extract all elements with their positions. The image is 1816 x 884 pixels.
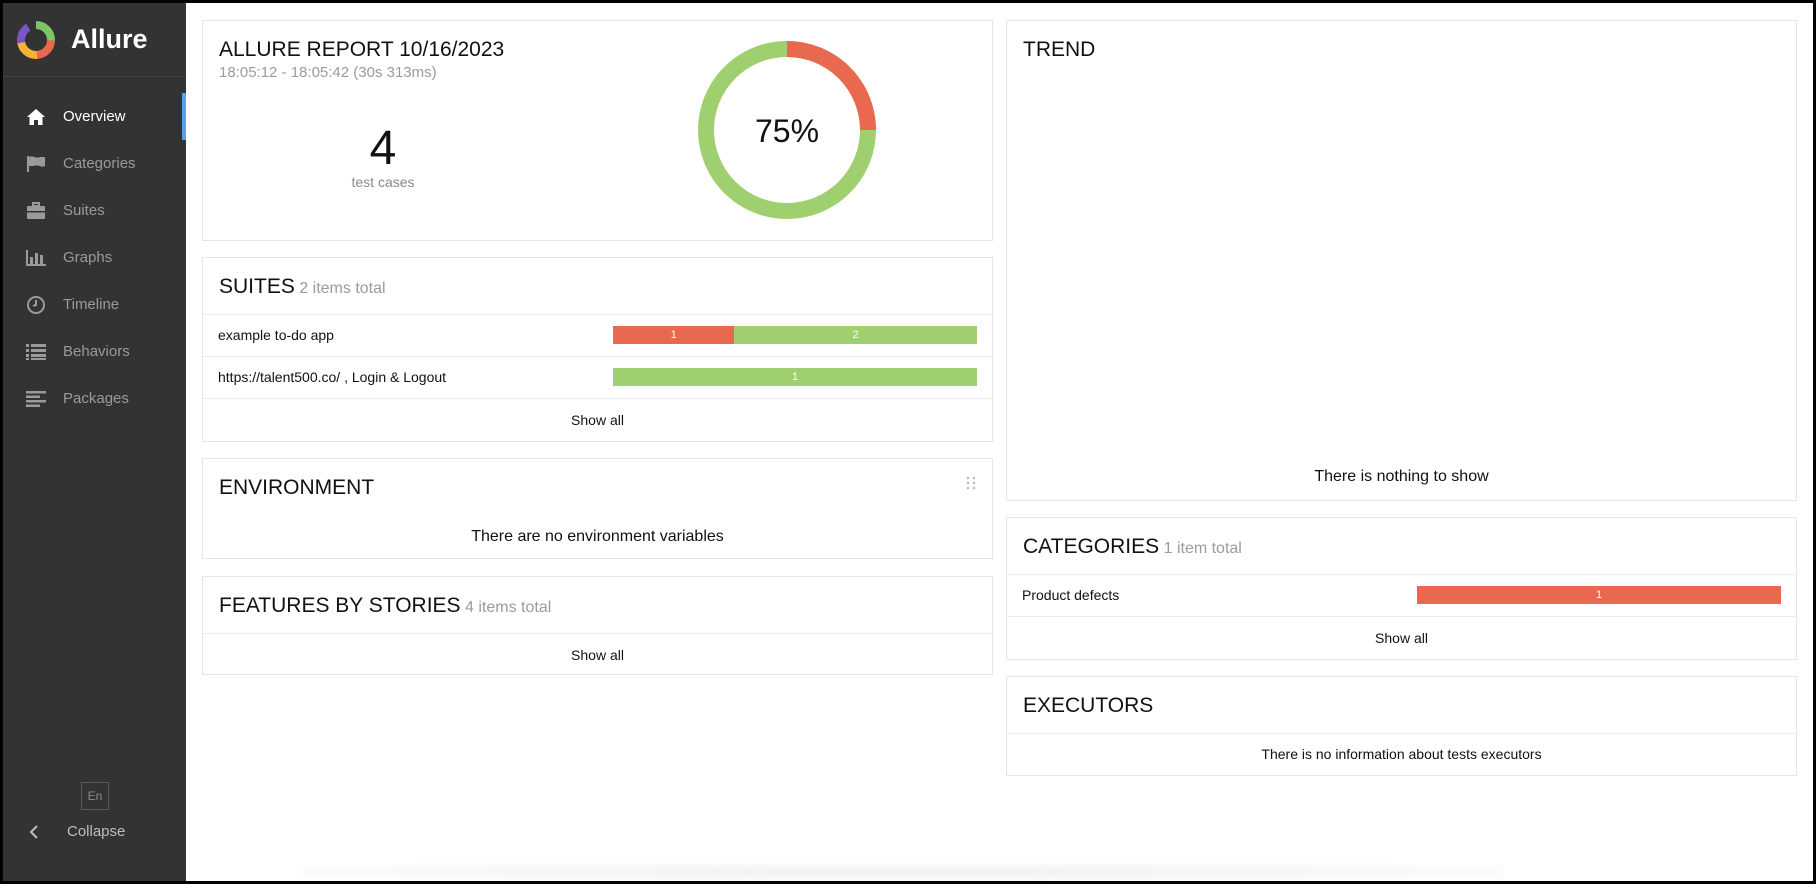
environment-empty-message: There are no environment variables (471, 528, 724, 545)
drag-handle-icon[interactable] (966, 476, 976, 490)
sidebar-item-timeline[interactable]: Timeline (3, 281, 186, 328)
features-title: FEATURES BY STORIES (219, 594, 461, 617)
collapse-label: Collapse (67, 823, 126, 840)
executors-title: EXECUTORS (1023, 694, 1154, 717)
suites-subtitle: 2 items total (299, 280, 386, 297)
list-icon (23, 341, 49, 363)
features-by-stories-widget: FEATURES BY STORIES 4 items total Show a… (202, 576, 993, 675)
sidebar-item-label: Overview (63, 108, 126, 125)
sidebar-item-label: Timeline (63, 296, 120, 313)
summary-widget: ALLURE REPORT 10/16/2023 18:05:12 - 18:0… (202, 20, 993, 241)
environment-widget: ENVIRONMENT There are no environment var… (202, 458, 993, 559)
test-case-count-label: test cases (351, 174, 415, 190)
flag-icon (23, 153, 49, 175)
footer-shadow (303, 863, 1503, 881)
categories-show-all-button[interactable]: Show all (1007, 616, 1796, 658)
category-status-bar: 1 (1417, 586, 1781, 604)
executors-empty-message: There is no information about tests exec… (1261, 746, 1542, 762)
clock-icon (23, 294, 49, 316)
brand-name: Allure (71, 24, 148, 54)
suite-status-bar: 1 (613, 368, 977, 386)
categories-header: CATEGORIES 1 item total (1023, 535, 1242, 559)
report-time-range: 18:05:12 - 18:05:42 (30s 313ms) (219, 64, 437, 81)
features-show-all-button[interactable]: Show all (203, 633, 992, 675)
suites-title: SUITES (219, 275, 295, 298)
align-left-icon (23, 388, 49, 410)
categories-title: CATEGORIES (1023, 535, 1160, 558)
brand[interactable]: Allure (3, 3, 186, 77)
suites-header: SUITES 2 items total (219, 275, 386, 299)
table-row[interactable]: example to-do app 1 2 (203, 314, 992, 356)
trend-widget: TREND There is nothing to show (1006, 20, 1797, 501)
briefcase-icon (23, 200, 49, 222)
sidebar-item-overview[interactable]: Overview (3, 93, 186, 140)
sidebar-nav: Overview Categories Suites Graphs Timeli… (3, 93, 186, 422)
trend-empty-message: There is nothing to show (1314, 468, 1489, 485)
sidebar-item-graphs[interactable]: Graphs (3, 234, 186, 281)
summary-donut-chart: 75% (698, 41, 876, 219)
bar-chart-icon (23, 247, 49, 269)
category-name: Product defects (1022, 587, 1120, 603)
trend-title: TREND (1023, 38, 1096, 61)
test-case-count: 4 (369, 122, 397, 175)
sidebar-item-suites[interactable]: Suites (3, 187, 186, 234)
sidebar-item-label: Graphs (63, 249, 113, 266)
categories-widget: CATEGORIES 1 item total Product defects … (1006, 517, 1797, 660)
passed-segment: 2 (734, 326, 977, 344)
categories-subtitle: 1 item total (1163, 540, 1242, 557)
features-header: FEATURES BY STORIES 4 items total (219, 594, 551, 618)
sidebar-item-label: Categories (63, 155, 136, 172)
sidebar-item-packages[interactable]: Packages (3, 375, 186, 422)
report-title: ALLURE REPORT 10/16/2023 (219, 38, 505, 61)
app-window: Allure Overview Categories Suites Graphs… (0, 0, 1816, 884)
suite-status-bar: 1 2 (613, 326, 977, 344)
features-subtitle: 4 items total (465, 599, 552, 616)
allure-logo-icon (17, 20, 55, 59)
suites-show-all-button[interactable]: Show all (203, 398, 992, 440)
chevron-left-icon (29, 824, 38, 839)
sidebar-item-categories[interactable]: Categories (3, 140, 186, 187)
table-row[interactable]: Product defects 1 (1007, 574, 1796, 616)
table-row[interactable]: https://talent500.co/ , Login & Logout 1 (203, 356, 992, 398)
collapse-button[interactable]: Collapse (29, 823, 125, 840)
suite-name: example to-do app (218, 327, 334, 343)
passed-segment: 1 (613, 368, 977, 386)
sidebar-item-label: Behaviors (63, 343, 130, 360)
environment-title: ENVIRONMENT (219, 476, 375, 499)
donut-percent-label: 75% (755, 113, 819, 149)
executors-divider (1007, 733, 1796, 734)
failed-segment: 1 (613, 326, 735, 344)
executors-widget: EXECUTORS There is no information about … (1006, 676, 1797, 776)
home-icon (23, 106, 49, 128)
sidebar-item-label: Packages (63, 390, 129, 407)
failed-segment: 1 (1417, 586, 1781, 604)
sidebar: Allure Overview Categories Suites Graphs… (3, 3, 186, 881)
suite-name: https://talent500.co/ , Login & Logout (218, 369, 447, 385)
suites-widget: SUITES 2 items total example to-do app 1… (202, 257, 993, 442)
sidebar-item-behaviors[interactable]: Behaviors (3, 328, 186, 375)
sidebar-item-label: Suites (63, 202, 105, 219)
language-selector[interactable]: En (81, 782, 109, 810)
